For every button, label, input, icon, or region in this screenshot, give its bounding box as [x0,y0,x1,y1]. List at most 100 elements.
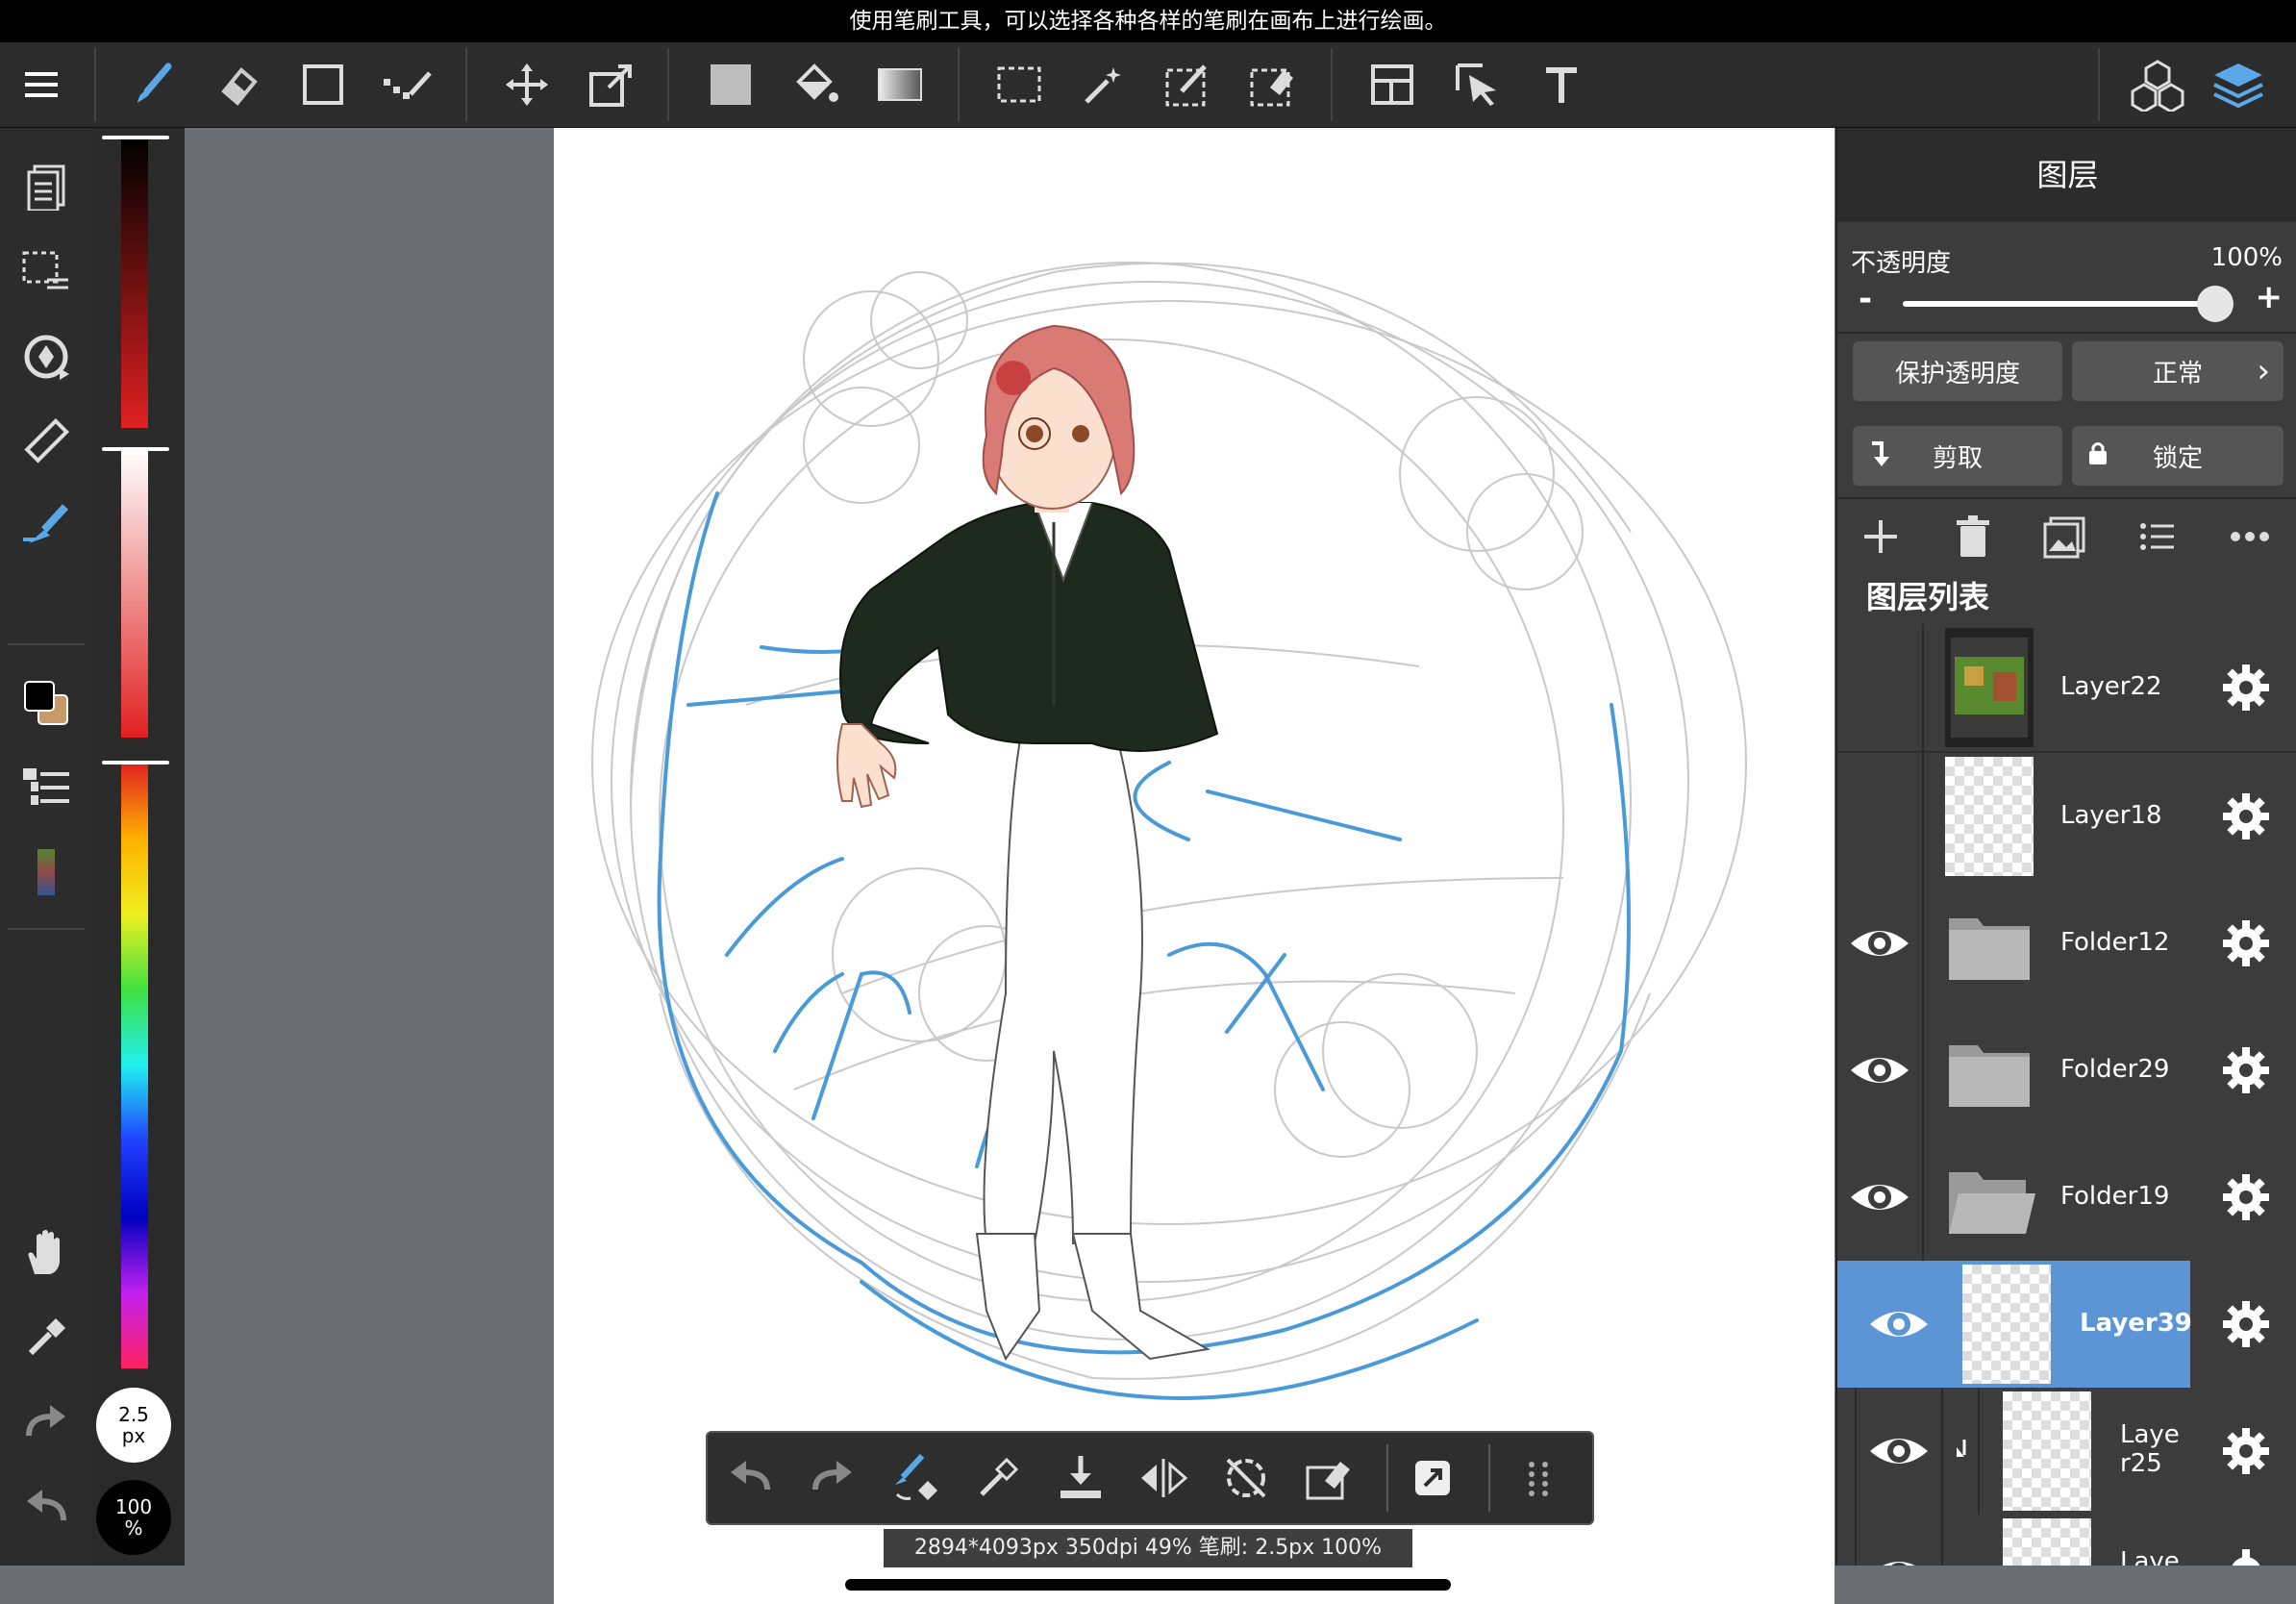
quick-toolbar [706,1431,1594,1525]
layer-row[interactable]: Laye [1837,1515,2296,1566]
gear-icon[interactable] [2221,1299,2271,1349]
opacity-minus-button[interactable]: - [1859,280,1872,318]
gear-icon[interactable] [2221,1547,2271,1566]
undo-icon[interactable] [17,1478,75,1536]
layer-name: Folder29 [2060,1055,2170,1084]
brush-eraser-switch-icon[interactable] [886,1449,944,1507]
clip-arrow-icon [1868,439,1891,473]
delete-layer-icon[interactable] [1949,513,1997,564]
brightness-handle[interactable] [102,136,169,139]
clip-button[interactable]: 剪取 [1853,426,2062,486]
eyedropper-icon[interactable] [17,1309,75,1366]
opacity-value: 100% [2210,243,2283,272]
magic-wand-icon[interactable] [1075,56,1133,113]
saturation-slider[interactable] [121,449,148,738]
layer-row[interactable]: Folder29 [1837,1007,2296,1136]
gradient-icon[interactable] [871,56,929,113]
menu-icon[interactable] [13,56,71,113]
layer-name: Folder12 [2060,928,2170,957]
ruler-icon[interactable] [17,413,75,470]
layer-thumbnail [2003,1391,2091,1511]
flip-icon[interactable] [1135,1449,1192,1507]
eyedropper-icon[interactable] [969,1449,1027,1507]
brush-icon[interactable] [125,56,183,113]
hand-icon[interactable] [17,1224,75,1282]
layer-menu-list-icon[interactable] [2134,513,2182,564]
select-eraser-icon[interactable] [1244,56,1302,113]
protect-alpha-button[interactable]: 保护透明度 [1853,341,2062,401]
gear-icon[interactable] [2221,1426,2271,1476]
rotate-reset-icon[interactable] [1217,1449,1275,1507]
layer-list-title: 图层列表 [1866,579,1990,615]
hue-handle[interactable] [102,761,169,764]
text-icon[interactable] [1533,56,1590,113]
eraser-icon[interactable] [210,56,267,113]
home-indicator[interactable] [845,1579,1451,1591]
brush-opacity-button[interactable]: 100 % [96,1480,171,1555]
brush-size-button[interactable]: 2.5 px [96,1388,171,1463]
clip-indicator-icon [1953,1438,1972,1463]
snap-brush-icon[interactable] [17,497,75,555]
lock-button[interactable]: 锁定 [2072,426,2284,486]
3d-icon[interactable] [2129,56,2186,113]
gear-icon[interactable] [2221,1045,2271,1095]
layer-name: Layer18 [2060,801,2162,830]
blend-mode-button[interactable]: 正常 › [2072,341,2284,401]
saturation-handle[interactable] [102,447,169,451]
bucket-icon[interactable] [786,56,844,113]
eye-icon[interactable] [1849,1172,1910,1222]
layer-row[interactable]: Folder12 [1837,880,2296,1009]
import-image-icon[interactable] [2041,513,2089,564]
eye-icon[interactable] [1868,1426,1930,1476]
layer-row[interactable]: Layer22 [1837,624,2296,753]
select-rect-icon[interactable] [990,56,1048,113]
grip-icon[interactable] [1510,1449,1567,1507]
dot-brush-icon[interactable] [379,56,437,113]
opacity-plus-button[interactable]: + [2256,278,2284,316]
layer-row[interactable]: Layer18 [1837,753,2296,882]
eye-icon[interactable] [1868,1299,1930,1349]
eye-icon[interactable] [1849,918,1910,968]
hue-slider[interactable] [121,763,148,1368]
clear-icon[interactable] [1300,1449,1358,1507]
move-icon[interactable] [498,56,556,113]
color-swatch-icon[interactable] [17,674,75,732]
layer-actions [1837,497,2296,576]
gear-icon[interactable] [2221,918,2271,968]
select-pen-icon[interactable] [1160,56,1217,113]
fill-color-icon[interactable] [702,56,760,113]
selection-list-icon[interactable] [17,243,75,301]
more-icon[interactable] [2226,513,2274,564]
eye-icon[interactable] [1868,1549,1930,1566]
gear-icon[interactable] [2221,791,2271,841]
gear-icon[interactable] [2221,1172,2271,1222]
redo-icon[interactable] [804,1449,861,1507]
opacity-slider-track[interactable] [1903,301,2220,307]
undo-icon[interactable] [721,1449,779,1507]
operation-icon[interactable] [1448,56,1506,113]
drawing-canvas[interactable] [554,128,1834,1604]
layer-thumbnail [1962,1265,2051,1384]
import-icon[interactable] [1052,1449,1110,1507]
opacity-slider-thumb[interactable] [2197,286,2234,322]
layer-list-icon[interactable] [17,759,75,816]
layer-row-selected[interactable]: Layer39 [1837,1261,2296,1390]
rotate-icon[interactable] [17,328,75,386]
gear-icon[interactable] [2221,663,2271,713]
color-mix-icon[interactable] [17,843,75,901]
opacity-label: 不透明度 [1851,249,1952,278]
frame-icon[interactable] [1363,56,1421,113]
eye-icon[interactable] [1849,1045,1910,1095]
layer-thumbnail [1945,757,2034,876]
transform-icon[interactable] [583,56,640,113]
layer-row[interactable]: Folder19 [1837,1134,2296,1263]
brush-opacity-value: 100 [114,1495,153,1518]
redo-icon[interactable] [17,1393,75,1451]
layers-icon[interactable] [2209,56,2267,113]
pages-icon[interactable] [17,159,75,216]
share-icon[interactable] [1404,1449,1461,1507]
brightness-slider[interactable] [121,139,148,428]
shape-icon[interactable] [294,56,352,113]
layer-row[interactable]: Laye r25 [1837,1388,2296,1516]
add-layer-icon[interactable] [1857,513,1905,564]
